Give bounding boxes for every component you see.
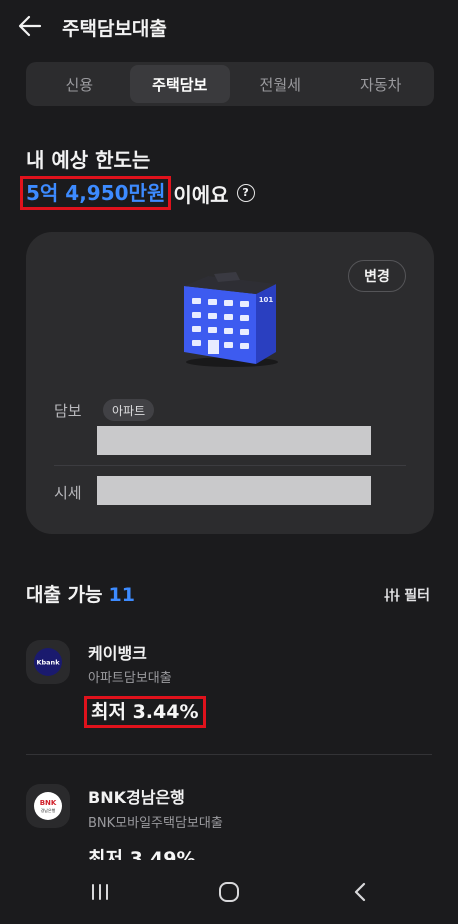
bnk-logo: BNK 경남은행 bbox=[26, 784, 70, 828]
collateral-label: 담보 bbox=[54, 402, 82, 420]
tab-credit[interactable]: 신용 bbox=[29, 65, 130, 103]
limit-suffix: 이에요 bbox=[173, 182, 229, 207]
page-title: 주택담보대출 bbox=[62, 18, 167, 40]
bank-name: 케이뱅크 bbox=[88, 644, 147, 663]
back-nav-icon[interactable] bbox=[340, 860, 380, 924]
apartment-building-icon: 101 bbox=[178, 272, 284, 368]
list-divider bbox=[26, 754, 432, 755]
loan-rate: 최저 3.44% bbox=[84, 696, 206, 728]
loan-product: BNK모바일주택담보대출 bbox=[88, 816, 223, 831]
available-loans-count: 11 bbox=[108, 584, 135, 606]
loan-product: 아파트담보대출 bbox=[88, 671, 172, 686]
tab-mortgage[interactable]: 주택담보 bbox=[129, 65, 230, 103]
top-bar: 주택담보대출 bbox=[0, 0, 458, 54]
price-label: 시세 bbox=[54, 484, 82, 502]
building-number: 101 bbox=[259, 296, 274, 304]
help-icon[interactable]: ? bbox=[236, 184, 255, 202]
filter-label: 필터 bbox=[404, 588, 430, 604]
system-navigation-bar bbox=[0, 860, 458, 924]
kbank-logo: Kbank bbox=[26, 640, 70, 684]
bank-name: BNK경남은행 bbox=[88, 788, 185, 807]
filter-button[interactable]: 필터 bbox=[384, 585, 430, 605]
redacted-address bbox=[97, 426, 371, 455]
limit-amount: 5억 4,950만원 bbox=[20, 176, 172, 210]
bnk-logo-subtext: 경남은행 bbox=[41, 807, 56, 813]
available-loans-heading: 대출 가능 11 bbox=[26, 580, 135, 607]
recent-apps-icon[interactable] bbox=[80, 860, 120, 924]
back-arrow-icon[interactable] bbox=[16, 12, 44, 40]
card-divider bbox=[54, 465, 406, 466]
collateral-card: 변경 101 담보 아파트 시세 bbox=[26, 232, 434, 534]
available-loans-label: 대출 가능 bbox=[26, 584, 103, 606]
home-icon[interactable] bbox=[209, 860, 249, 924]
limit-amount-line: 5억 4,950만원 이에요 ? bbox=[20, 176, 255, 210]
redacted-price bbox=[97, 476, 371, 505]
filter-icon bbox=[384, 588, 401, 602]
loan-type-tabs: 신용 주택담보 전월세 자동차 bbox=[26, 62, 434, 106]
collateral-type-badge: 아파트 bbox=[103, 399, 155, 421]
limit-heading: 내 예상 한도는 bbox=[26, 148, 151, 172]
tab-auto[interactable]: 자동차 bbox=[331, 65, 432, 103]
change-button[interactable]: 변경 bbox=[348, 260, 406, 292]
kbank-logo-text: Kbank bbox=[36, 659, 60, 667]
tab-jeonse[interactable]: 전월세 bbox=[230, 65, 331, 103]
loan-item-kbank[interactable]: Kbank 케이뱅크 아파트담보대출 최저 3.44% bbox=[0, 640, 458, 750]
bnk-logo-text: BNK bbox=[40, 799, 57, 807]
